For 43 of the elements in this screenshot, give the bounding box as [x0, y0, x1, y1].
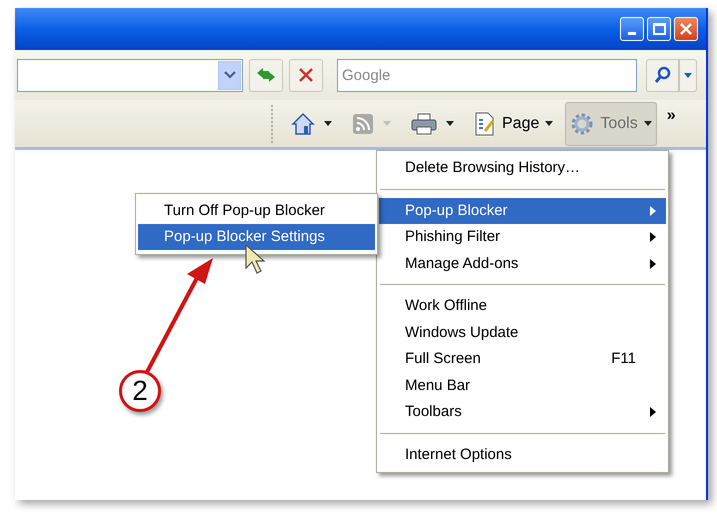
dropdown-button[interactable]	[218, 60, 241, 90]
maximize-button[interactable]	[647, 17, 671, 41]
menu-item[interactable]: Full Screen F11	[379, 346, 666, 372]
page-icon	[474, 112, 496, 136]
menu-item[interactable]: Menu Bar	[379, 372, 666, 399]
step-number-badge: 2	[119, 370, 161, 412]
menu-item[interactable]: Toolbars	[379, 399, 666, 426]
search-field[interactable]: Google	[337, 58, 637, 92]
search-button[interactable]	[646, 58, 679, 92]
printer-icon	[411, 112, 437, 134]
menu-item[interactable]: Windows Update	[379, 320, 666, 346]
menu-item[interactable]: Internet Options	[379, 442, 666, 468]
page-button[interactable]: Page	[474, 106, 554, 142]
caret-icon	[644, 121, 652, 126]
chevron-down-icon	[224, 71, 236, 79]
close-button[interactable]	[674, 17, 698, 41]
caret-icon	[545, 121, 554, 126]
dropdown-button[interactable]	[679, 58, 697, 92]
caret-icon	[324, 121, 332, 126]
search-icon	[654, 66, 672, 84]
menu-item[interactable]: Delete Browsing History…	[379, 155, 666, 182]
caret-icon	[446, 121, 454, 126]
refresh-button[interactable]	[249, 58, 283, 92]
chevron-button[interactable]: »	[666, 104, 676, 128]
minimize-button[interactable]	[620, 17, 644, 41]
menu-item[interactable]: Manage Add-ons	[379, 250, 666, 277]
caret-icon	[383, 121, 391, 126]
feed-icon	[352, 112, 374, 134]
menu-item[interactable]: Work Offline	[379, 293, 666, 320]
stop-button[interactable]	[289, 58, 323, 92]
menu-item[interactable]: Pop-up Blocker	[379, 198, 666, 224]
stop-icon	[298, 67, 314, 83]
menu-item[interactable]: Pop-up Blocker Settings	[138, 224, 375, 250]
refresh-arrows-icon	[256, 66, 276, 84]
house-icon	[291, 112, 315, 136]
address-field[interactable]	[17, 58, 243, 92]
gear-icon	[570, 112, 594, 136]
menu-item[interactable]: Turn Off Pop-up Blocker	[138, 198, 375, 224]
menu-item[interactable]: Phishing Filter	[379, 224, 666, 250]
tools-button[interactable]: Tools	[565, 102, 657, 146]
close-icon	[679, 22, 693, 36]
caret-icon	[684, 72, 692, 78]
mouse-cursor-icon	[245, 244, 265, 274]
